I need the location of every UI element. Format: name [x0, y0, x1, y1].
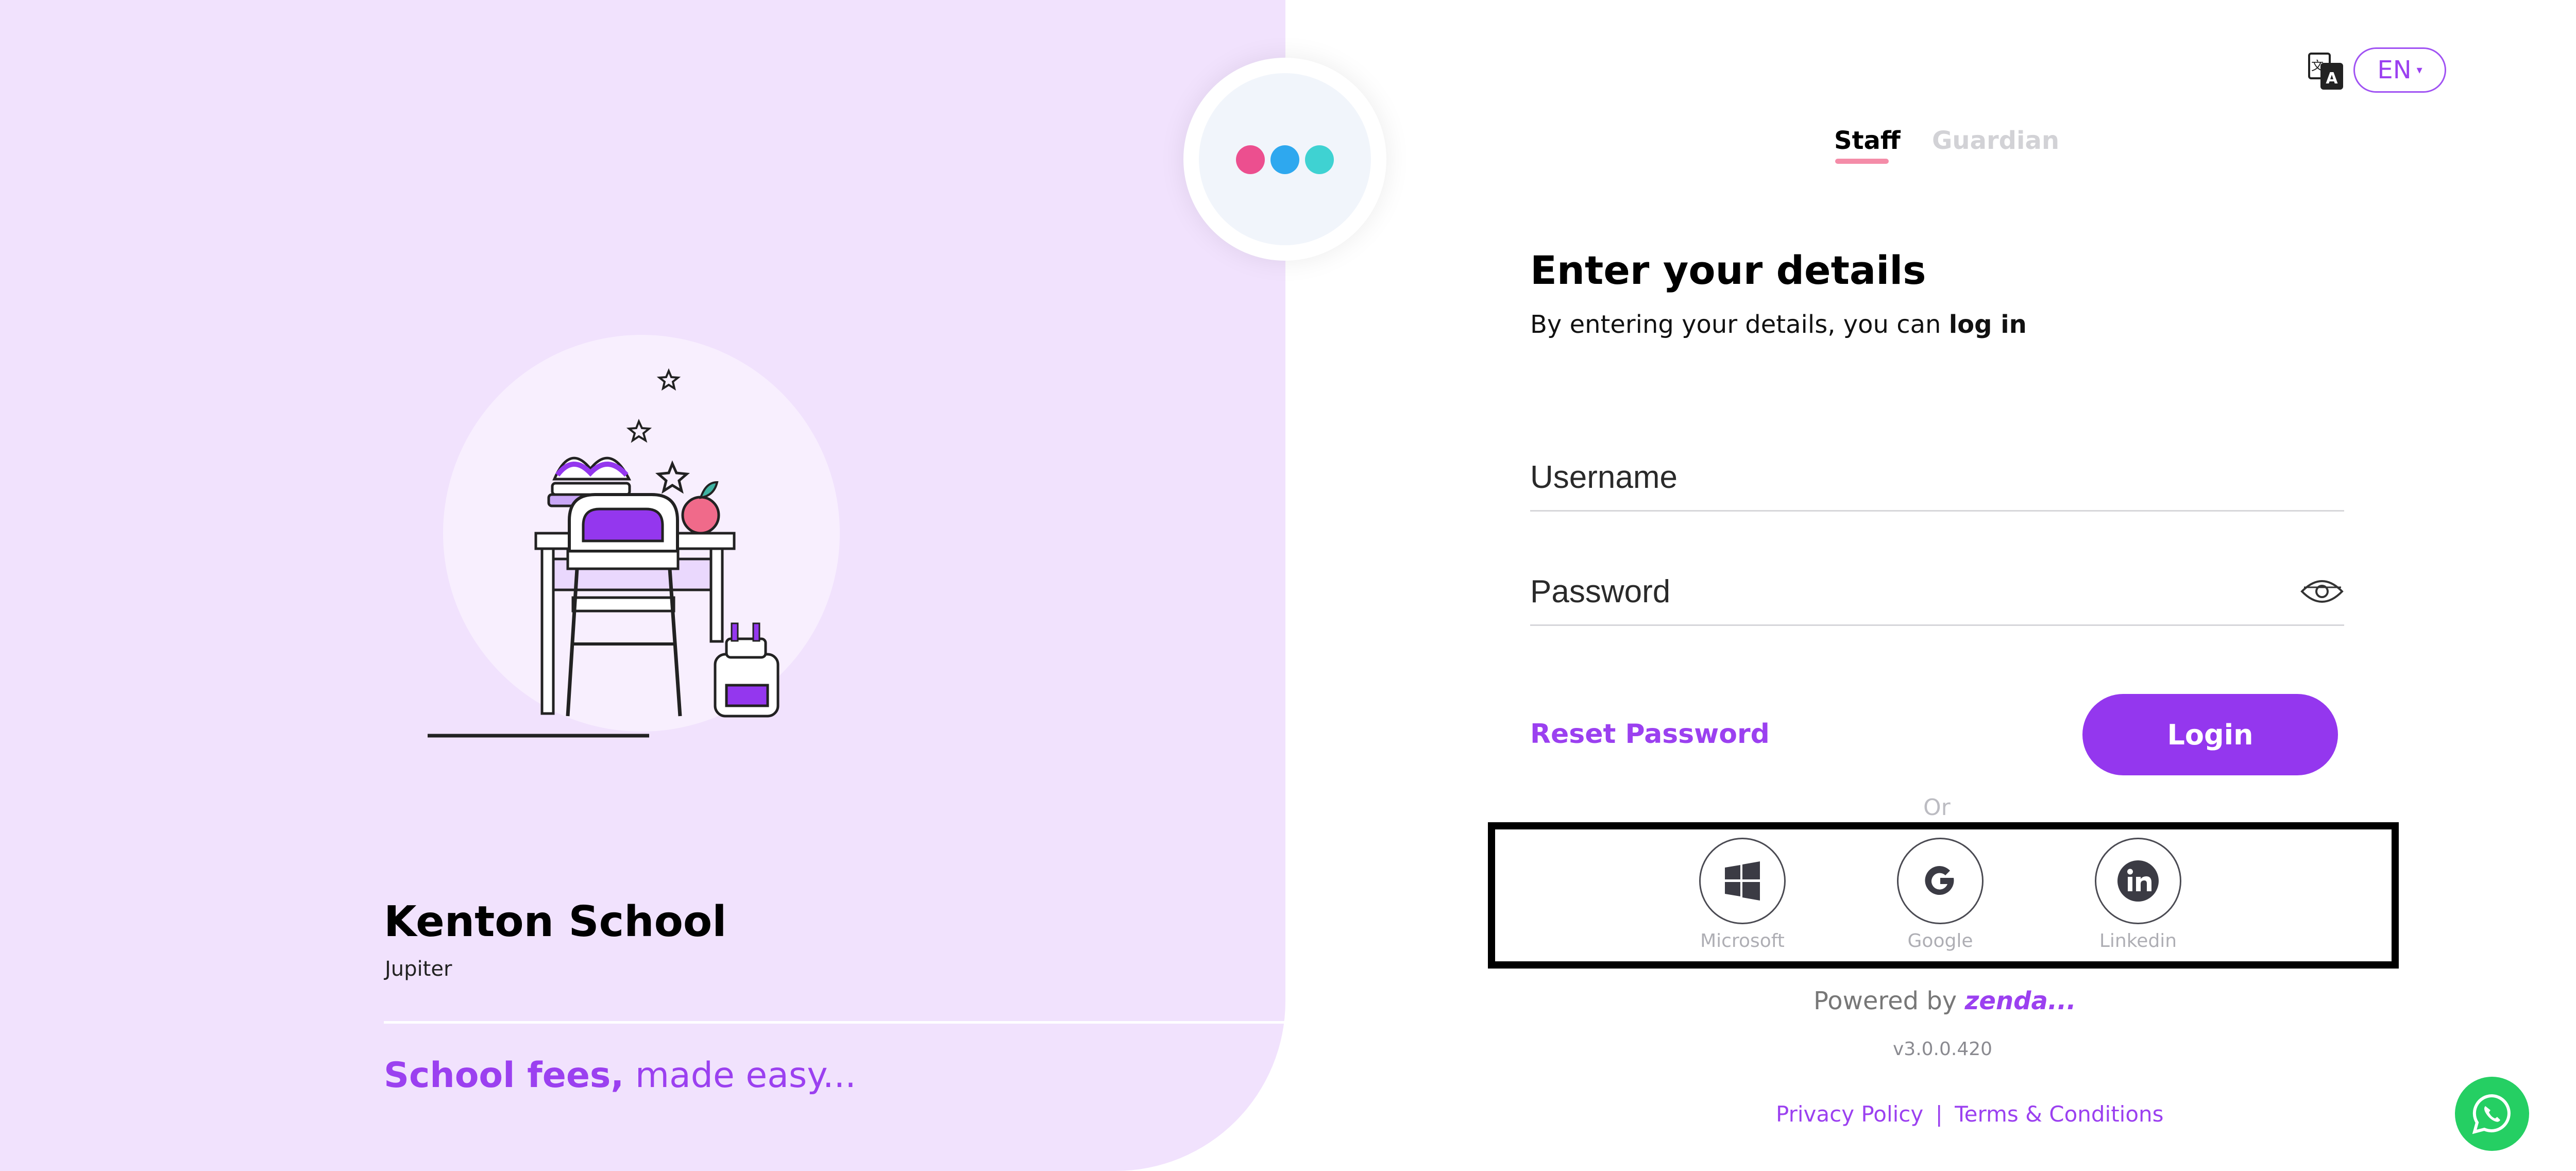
google-icon: [1925, 866, 1954, 895]
google-login-button[interactable]: Google: [1878, 838, 2002, 952]
form-title: Enter your details: [1530, 247, 1926, 293]
school-desk-illustration: [428, 368, 779, 738]
or-divider-text: Or: [1923, 794, 1951, 821]
terms-link[interactable]: Terms & Conditions: [1955, 1101, 2163, 1127]
linkedin-login-button[interactable]: Linkedin: [2076, 838, 2200, 952]
eye-icon[interactable]: [2300, 577, 2344, 606]
linkedin-label: Linkedin: [2099, 930, 2177, 952]
google-login-circle[interactable]: [1897, 838, 1984, 924]
form-subtitle-bold: log in: [1948, 310, 2027, 339]
school-name: Kenton School: [384, 897, 727, 946]
footer-links: Privacy Policy | Terms & Conditions: [1776, 1101, 2164, 1127]
username-field[interactable]: Username: [1530, 443, 2344, 512]
tagline-rest: made easy...: [635, 1055, 856, 1096]
brand-logo-text: zenda...: [1964, 987, 2076, 1015]
footer-separator: |: [1935, 1101, 1943, 1127]
whatsapp-chat-button[interactable]: [2455, 1077, 2529, 1151]
language-value: EN: [2377, 56, 2412, 84]
microsoft-login-circle[interactable]: [1699, 838, 1786, 924]
divider: [384, 1021, 1285, 1024]
version-text: v3.0.0.420: [1893, 1039, 1993, 1060]
linkedin-icon: [2117, 860, 2159, 902]
microsoft-login-button[interactable]: Microsoft: [1681, 838, 1804, 952]
logo-dot-blue: [1270, 145, 1299, 174]
logo-dot-teal: [1305, 145, 1334, 174]
whatsapp-icon: [2472, 1094, 2511, 1134]
privacy-policy-link[interactable]: Privacy Policy: [1776, 1101, 1923, 1127]
school-location: Jupiter: [385, 957, 452, 981]
app-logo: [1183, 58, 1386, 261]
username-placeholder: Username: [1530, 460, 1677, 495]
language-select[interactable]: EN ▾: [2353, 47, 2446, 93]
password-field[interactable]: Password: [1530, 557, 2344, 626]
tagline-bold: School fees,: [384, 1055, 624, 1096]
password-placeholder: Password: [1530, 574, 1671, 609]
tab-guardian[interactable]: Guardian: [1932, 126, 2059, 155]
reset-password-link[interactable]: Reset Password: [1530, 719, 1770, 750]
left-panel: Kenton School Jupiter School fees, made …: [0, 0, 1285, 1171]
google-label: Google: [1907, 930, 1973, 952]
tagline: School fees, made easy...: [384, 1055, 856, 1096]
svg-text:文: 文: [2311, 59, 2324, 73]
windows-icon: [1725, 861, 1760, 901]
social-login-group: Microsoft Google Linkedin: [1488, 822, 2399, 969]
form-subtitle-text: By entering your details, you can: [1530, 310, 1941, 339]
form-subtitle: By entering your details, you can log in: [1530, 310, 2027, 339]
microsoft-label: Microsoft: [1700, 930, 1785, 952]
translate-icon[interactable]: A 文: [2307, 52, 2344, 91]
logo-inner: [1199, 73, 1371, 245]
chevron-down-icon: ▾: [2416, 63, 2422, 77]
login-button[interactable]: Login: [2082, 694, 2338, 775]
svg-text:A: A: [2326, 70, 2338, 88]
logo-dot-pink: [1236, 145, 1265, 174]
powered-by: Powered by zenda...: [1814, 987, 2076, 1015]
powered-by-text: Powered by: [1814, 987, 1957, 1015]
linkedin-login-circle[interactable]: [2095, 838, 2181, 924]
active-tab-indicator: [1835, 159, 1889, 164]
tab-staff[interactable]: Staff: [1834, 126, 1901, 155]
